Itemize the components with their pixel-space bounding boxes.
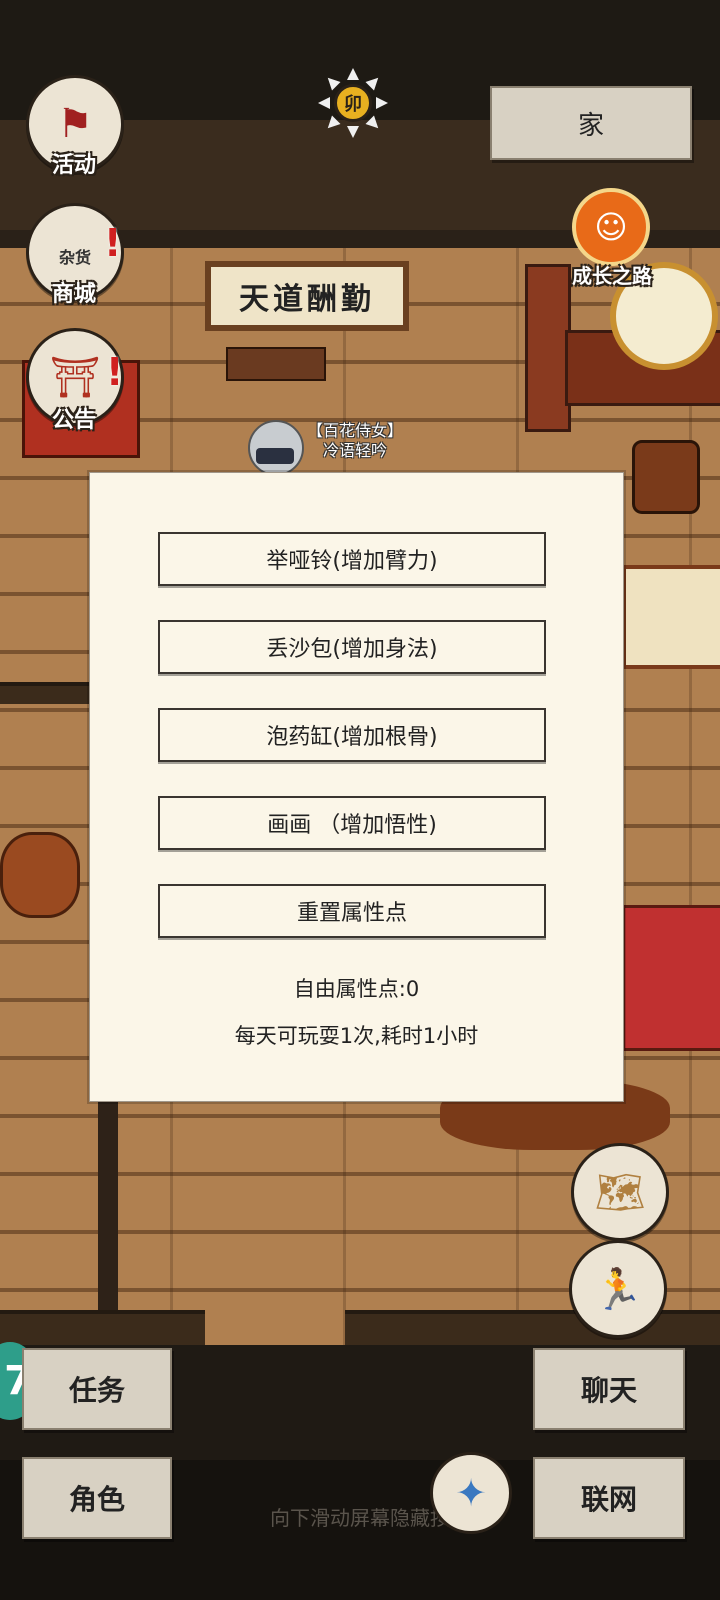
notice-alert-icon: !: [106, 350, 124, 394]
time-sun-icon[interactable]: 卯: [318, 68, 388, 138]
npc-mask: [256, 448, 294, 464]
reset-points-button[interactable]: 重置属性点: [158, 884, 546, 938]
training-dialog: 举哑铃(增加臂力) 丢沙包(增加身法) 泡药缸(增加根骨) 画画 （增加悟性) …: [89, 472, 624, 1102]
herb-vat-option-button[interactable]: 泡药缸(增加根骨): [158, 708, 546, 762]
table-icon: [0, 832, 80, 918]
barrel-icon: [632, 440, 700, 514]
chat-button[interactable]: 聊天: [533, 1348, 685, 1430]
daily-limit-note: 每天可玩耍1次,耗时1小时: [234, 1024, 479, 1048]
desk-icon: [226, 347, 326, 381]
screen-icon: [622, 565, 720, 669]
npc-name: 冷语轻吟: [322, 441, 387, 460]
shop-alert-icon: !: [104, 221, 122, 265]
sofa-icon: [622, 905, 720, 1051]
activity-button[interactable]: ⚑ 活动: [14, 75, 134, 185]
shop-label: 商城: [51, 282, 96, 307]
growth-path-button[interactable]: ☺ 成长之路: [562, 188, 662, 288]
shop-button[interactable]: 杂货 ! 商城: [14, 203, 134, 313]
floor-ledge-left: [0, 1310, 205, 1350]
location-button[interactable]: 家: [490, 86, 692, 160]
sandbag-option-button[interactable]: 丢沙包(增加身法): [158, 620, 546, 674]
running-figure-icon[interactable]: 🏃: [569, 1240, 667, 1338]
dumbbell-option-button[interactable]: 举哑铃(增加臂力): [158, 532, 546, 586]
npc-title: 【百花侍女】: [306, 421, 403, 440]
growth-path-label: 成长之路: [572, 264, 652, 288]
notice-button[interactable]: ⛩ ! 公告: [14, 328, 134, 438]
map-scroll-icon[interactable]: 🗺: [571, 1143, 669, 1241]
swipe-hint-text: 向下滑动屏幕隐藏按: [270, 1506, 450, 1530]
notice-label: 公告: [51, 408, 96, 433]
pillar: [98, 1100, 118, 1330]
npc-nameplate: 【百花侍女】 冷语轻吟: [300, 421, 410, 461]
growth-figure-icon: ☺: [572, 188, 650, 266]
activity-label: 活动: [51, 153, 96, 178]
time-symbol: 卯: [334, 84, 372, 122]
motto-plaque: 天道酬勤: [205, 261, 409, 331]
meditation-icon[interactable]: ✦: [430, 1452, 512, 1534]
task-button[interactable]: 任务: [22, 1348, 172, 1430]
divider-ledge: [0, 682, 90, 704]
free-points-text: 自由属性点:0: [293, 977, 420, 1001]
painting-option-button[interactable]: 画画 （增加悟性): [158, 796, 546, 850]
